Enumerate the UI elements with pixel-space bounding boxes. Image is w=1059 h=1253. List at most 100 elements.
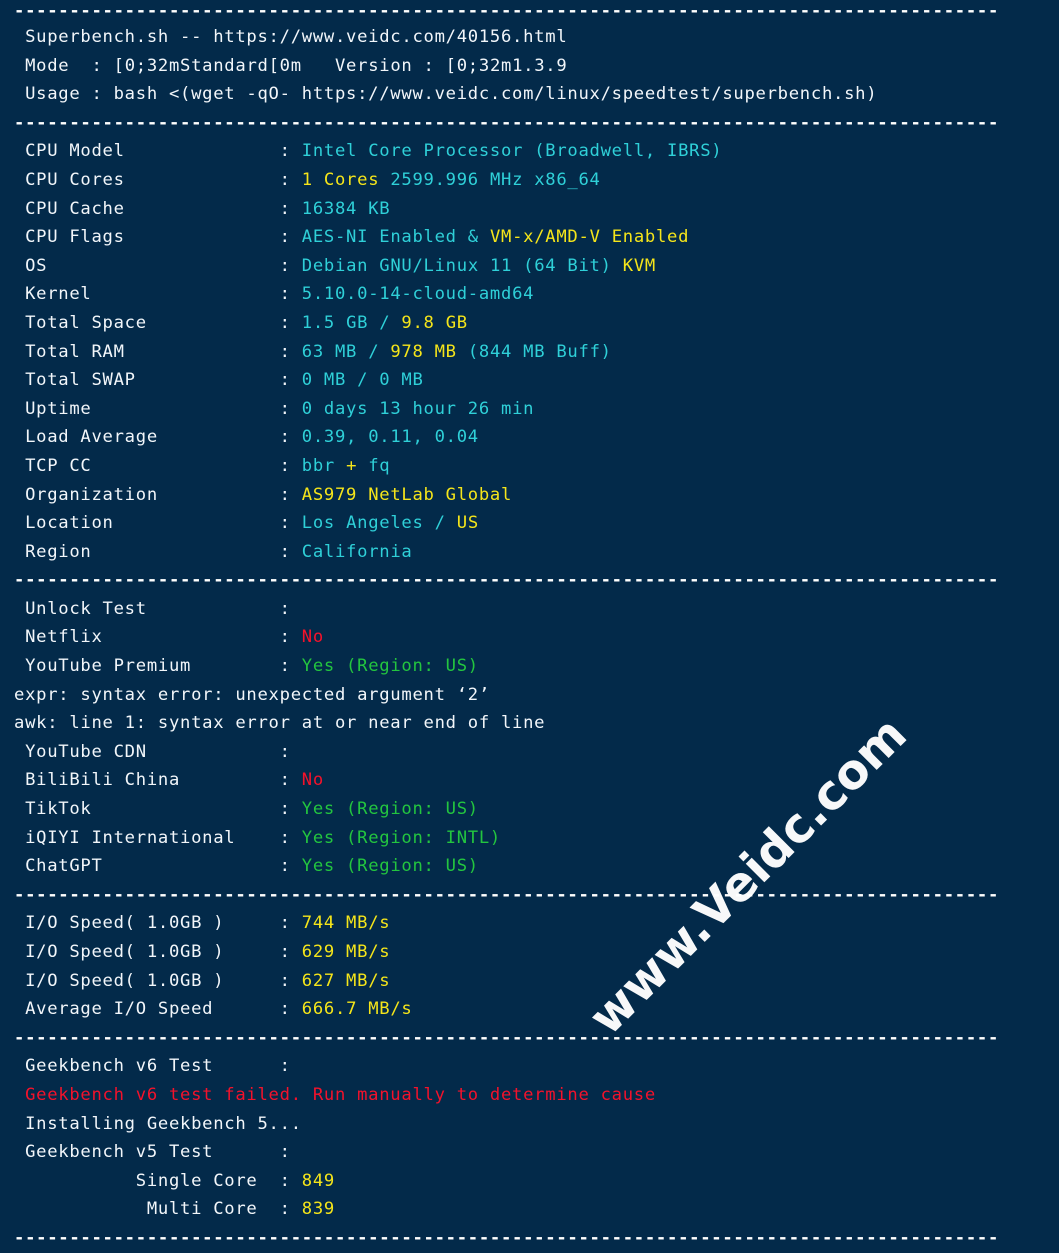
row-colon: : bbox=[279, 198, 302, 219]
row-colon: : bbox=[279, 913, 302, 934]
separator-2: ----------------------------------------… bbox=[0, 566, 1059, 595]
row-colon: : bbox=[279, 312, 302, 333]
row-value: (844 MB Buff) bbox=[456, 341, 612, 362]
row-colon: : bbox=[279, 370, 302, 391]
row-value: 839 bbox=[301, 1199, 335, 1220]
geekbench-v6-failed: Geekbench v6 test failed. Run manually t… bbox=[0, 1081, 1059, 1110]
row-value: 0.39, 0.11, 0.04 bbox=[301, 427, 479, 448]
io-speed-row-3: Average I/O Speed : 666.7 MB/s bbox=[0, 995, 1059, 1024]
row-colon: : bbox=[279, 1056, 302, 1077]
row-value: US bbox=[456, 513, 479, 534]
row-value: 5.10.0-14-cloud-amd64 bbox=[301, 284, 535, 305]
row-colon: : bbox=[279, 513, 302, 534]
row-colon: : bbox=[279, 827, 302, 848]
row-label: TikTok bbox=[14, 799, 92, 820]
system-info-row-5: Kernel : 5.10.0-14-cloud-amd64 bbox=[0, 280, 1059, 309]
system-info-row-14: Region : California bbox=[0, 538, 1059, 567]
system-info-row-8: Total SWAP : 0 MB / 0 MB bbox=[0, 366, 1059, 395]
error-line-0-text: expr: syntax error: unexpected argument … bbox=[14, 684, 490, 705]
row-label: CPU Cache bbox=[14, 198, 125, 219]
row-colon: : bbox=[279, 970, 302, 991]
separator-bottom: ----------------------------------------… bbox=[0, 1224, 1059, 1253]
system-info-row-4: OS : Debian GNU/Linux 11 (64 Bit) KVM bbox=[0, 252, 1059, 281]
row-colon: : bbox=[279, 942, 302, 962]
row-value: VM-x/AMD-V Enabled bbox=[489, 227, 690, 248]
row-label: Region bbox=[14, 541, 92, 562]
row-value: Intel Core Processor (Broadwell, IBRS) bbox=[301, 141, 723, 162]
row-label: I/O Speed( 1.0GB ) bbox=[14, 970, 225, 991]
row-label: Single Core bbox=[14, 1170, 258, 1191]
unlock-test-row-1: Netflix : No bbox=[0, 623, 1059, 652]
row-label: CPU Flags bbox=[14, 227, 125, 248]
error-line-1-text: awk: line 1: syntax error at or near end… bbox=[14, 713, 546, 734]
row-value: 9.8 GB bbox=[401, 312, 468, 333]
row-colon: : bbox=[279, 484, 302, 505]
row-value: 1.5 GB bbox=[301, 312, 380, 333]
row-value: AES-NI Enabled bbox=[301, 227, 457, 248]
row-colon: : bbox=[279, 1199, 302, 1220]
header-title: Superbench.sh -- https://www.veidc.com/4… bbox=[0, 23, 1059, 52]
unlock-test-row-2: YouTube Premium : Yes (Region: US) bbox=[0, 652, 1059, 681]
row-label: I/O Speed( 1.0GB ) bbox=[14, 942, 225, 962]
header-mode-version: Mode : [0;32mStandard[0m Version : [0;32… bbox=[14, 55, 568, 76]
unlock-test-row-0: Unlock Test : bbox=[0, 595, 1059, 624]
row-colon: : bbox=[279, 799, 302, 820]
error-line-0: expr: syntax error: unexpected argument … bbox=[0, 681, 1059, 710]
row-colon: : bbox=[279, 341, 302, 362]
row-colon: : bbox=[279, 856, 302, 877]
geekbench-v6-row: Geekbench v6 Test : bbox=[0, 1052, 1059, 1081]
row-value: 629 MB/s bbox=[301, 942, 391, 962]
row-colon: : bbox=[279, 627, 302, 648]
io-speed-row-2: I/O Speed( 1.0GB ) : 627 MB/s bbox=[0, 967, 1059, 996]
row-colon: : bbox=[279, 284, 302, 305]
row-label: Unlock Test bbox=[14, 598, 147, 619]
system-info-row-9: Uptime : 0 days 13 hour 26 min bbox=[0, 395, 1059, 424]
row-value: fq bbox=[368, 455, 391, 476]
row-value: 978 MB bbox=[390, 341, 457, 362]
separator-3: ----------------------------------------… bbox=[0, 881, 1059, 910]
row-label: CPU Cores bbox=[14, 169, 125, 190]
row-label: TCP CC bbox=[14, 455, 92, 476]
row-value: 0 MB / 0 MB bbox=[301, 370, 424, 391]
separator-rule: ----------------------------------------… bbox=[14, 1227, 1000, 1248]
geekbench-installing-text: Installing Geekbench 5... bbox=[14, 1113, 302, 1134]
row-colon: : bbox=[279, 255, 302, 276]
geekbench-installing: Installing Geekbench 5... bbox=[0, 1110, 1059, 1139]
separator-rule: ----------------------------------------… bbox=[14, 570, 1000, 591]
row-label: Geekbench v6 Test bbox=[14, 1056, 214, 1077]
error-line-1: awk: line 1: syntax error at or near end… bbox=[0, 709, 1059, 738]
system-info-row-12: Organization : AS979 NetLab Global bbox=[0, 481, 1059, 510]
unlock-test-row-b-1: BiliBili China : No bbox=[0, 766, 1059, 795]
row-label: Multi Core bbox=[14, 1199, 258, 1220]
row-colon: : bbox=[279, 398, 302, 419]
row-colon: : bbox=[279, 1142, 302, 1163]
row-value: 744 MB/s bbox=[301, 913, 391, 934]
system-info-row-7: Total RAM : 63 MB / 978 MB (844 MB Buff) bbox=[0, 338, 1059, 367]
row-value: Debian GNU/Linux 11 (64 Bit) bbox=[301, 255, 623, 276]
io-speed-row-1: I/O Speed( 1.0GB ) : 629 MB/s bbox=[0, 938, 1059, 967]
geekbench-score-row-1: Multi Core : 839 bbox=[0, 1195, 1059, 1224]
separator-rule: ----------------------------------------… bbox=[14, 1027, 1000, 1048]
row-value: KVM bbox=[622, 255, 656, 276]
row-label: ChatGPT bbox=[14, 856, 103, 877]
system-info-row-6: Total Space : 1.5 GB / 9.8 GB bbox=[0, 309, 1059, 338]
unlock-test-row-b-3: iQIYI International : Yes (Region: INTL) bbox=[0, 824, 1059, 853]
row-value: 0 days 13 hour 26 min bbox=[301, 398, 535, 419]
row-value: 16384 KB bbox=[301, 198, 391, 219]
row-label: Geekbench v5 Test bbox=[14, 1142, 214, 1163]
separator-1: ----------------------------------------… bbox=[0, 109, 1059, 138]
row-colon: : bbox=[279, 999, 302, 1020]
separator-top: ----------------------------------------… bbox=[0, 0, 1059, 23]
row-label: YouTube Premium bbox=[14, 656, 192, 677]
row-label: Total SWAP bbox=[14, 370, 136, 391]
row-colon: : bbox=[279, 227, 302, 248]
row-value: Yes (Region: INTL) bbox=[301, 827, 502, 848]
unlock-test-row-b-4: ChatGPT : Yes (Region: US) bbox=[0, 852, 1059, 881]
geekbench-score-row-0: Single Core : 849 bbox=[0, 1167, 1059, 1196]
row-colon: : bbox=[279, 169, 302, 190]
row-value: + bbox=[335, 455, 369, 476]
row-value: 849 bbox=[301, 1170, 335, 1191]
row-value: & bbox=[456, 227, 490, 248]
row-value: Yes (Region: US) bbox=[301, 856, 479, 877]
row-label: OS bbox=[14, 255, 48, 276]
